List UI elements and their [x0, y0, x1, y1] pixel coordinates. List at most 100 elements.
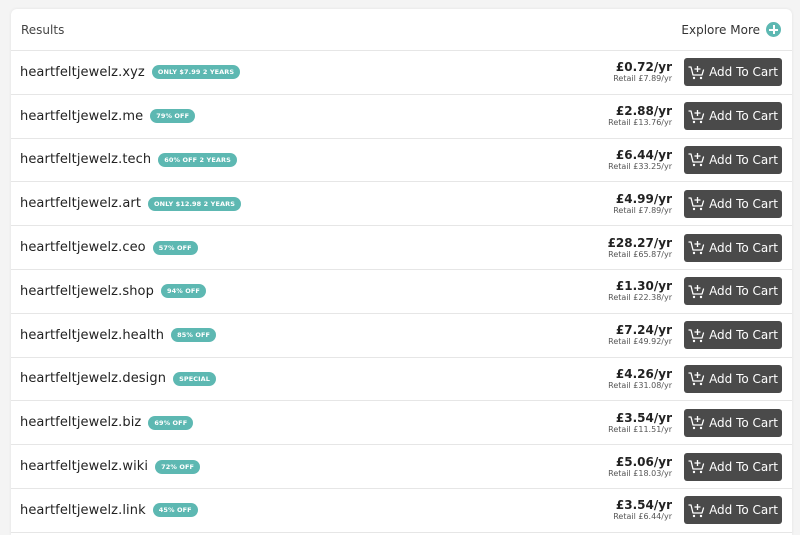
retail-price: Retail £7.89/yr — [613, 205, 672, 215]
add-to-cart-label: Add To Cart — [709, 109, 778, 124]
sale-price: £28.27/yr — [607, 235, 672, 250]
cart-plus-icon — [688, 241, 705, 255]
price-block: £1.30/yr Retail £22.38/yr — [608, 279, 672, 303]
add-to-cart-label: Add To Cart — [709, 284, 778, 299]
domain-name: heartfeltjewelz.art — [20, 196, 142, 212]
domain-name: heartfeltjewelz.tech — [20, 152, 152, 168]
promo-badge: ONLY $12.98 2 YEARS — [148, 196, 242, 211]
add-to-cart-label: Add To Cart — [709, 415, 778, 430]
add-to-cart-label: Add To Cart — [709, 65, 778, 80]
add-to-cart-button[interactable]: Add To Cart — [684, 321, 782, 350]
price-block: £5.06/yr Retail £18.03/yr — [608, 455, 672, 479]
price-block: £6.44/yr Retail £33.25/yr — [608, 148, 672, 172]
cart-plus-icon — [688, 328, 705, 342]
domain-row: heartfeltjewelz.link 45% OFF £3.54/yr Re… — [11, 489, 792, 533]
retail-price: Retail £49.92/yr — [608, 337, 672, 347]
promo-badge: 57% OFF — [152, 240, 198, 255]
retail-price: Retail £65.87/yr — [608, 249, 672, 259]
sale-price: £3.54/yr — [615, 410, 672, 425]
domain-name: heartfeltjewelz.biz — [20, 415, 142, 431]
domain-name: heartfeltjewelz.health — [20, 327, 165, 343]
add-to-cart-label: Add To Cart — [709, 503, 778, 518]
price-block: £28.27/yr Retail £65.87/yr — [608, 236, 672, 260]
cart-plus-icon — [688, 197, 705, 211]
promo-badge: SPECIAL — [173, 371, 217, 386]
cart-plus-icon — [688, 372, 705, 386]
cart-plus-icon — [688, 284, 705, 299]
domain-name: heartfeltjewelz.me — [20, 108, 144, 124]
sale-price: £0.72/yr — [615, 60, 672, 75]
add-to-cart-button[interactable]: Add To Cart — [684, 408, 782, 437]
results-title: Results — [21, 22, 65, 37]
explore-more-button[interactable]: Explore More — [681, 22, 781, 37]
domain-name: heartfeltjewelz.ceo — [20, 240, 146, 256]
price-block: £7.24/yr Retail £49.92/yr — [608, 323, 672, 347]
domain-row: heartfeltjewelz.tech 60% OFF 2 YEARS £6.… — [11, 139, 792, 183]
add-to-cart-label: Add To Cart — [709, 371, 778, 386]
domain-row: heartfeltjewelz.xyz ONLY $7.99 2 YEARS £… — [11, 51, 792, 95]
retail-price: Retail £13.76/yr — [608, 118, 672, 128]
price-block: £3.54/yr Retail £11.51/yr — [608, 411, 672, 435]
results-header: Results Explore More — [11, 9, 792, 51]
sale-price: £7.24/yr — [615, 323, 672, 338]
plus-circle-icon — [766, 22, 781, 37]
cart-plus-icon — [688, 503, 705, 518]
results-list: heartfeltjewelz.xyz ONLY $7.99 2 YEARS £… — [11, 51, 792, 533]
add-to-cart-label: Add To Cart — [709, 240, 778, 255]
price-block: £4.99/yr Retail £7.89/yr — [613, 192, 672, 216]
sale-price: £3.54/yr — [615, 498, 672, 513]
sale-price: £5.06/yr — [615, 454, 672, 469]
domain-name: heartfeltjewelz.shop — [20, 283, 154, 299]
domain-row: heartfeltjewelz.biz 69% OFF £3.54/yr Ret… — [11, 401, 792, 446]
promo-badge: 60% OFF 2 YEARS — [158, 152, 237, 167]
retail-price: Retail £11.51/yr — [608, 424, 672, 434]
sale-price: £1.30/yr — [615, 279, 672, 294]
sale-price: £6.44/yr — [615, 147, 672, 162]
domain-name: heartfeltjewelz.link — [20, 502, 146, 518]
retail-price: Retail £31.08/yr — [608, 380, 672, 390]
add-to-cart-label: Add To Cart — [709, 196, 778, 211]
domain-row: heartfeltjewelz.ceo 57% OFF £28.27/yr Re… — [11, 226, 792, 270]
add-to-cart-button[interactable]: Add To Cart — [684, 145, 782, 174]
promo-badge: 69% OFF — [148, 415, 194, 430]
domain-row: heartfeltjewelz.health 85% OFF £7.24/yr … — [11, 314, 792, 358]
domain-name: heartfeltjewelz.wiki — [20, 459, 149, 475]
domain-name: heartfeltjewelz.design — [20, 371, 167, 387]
retail-price: Retail £7.89/yr — [613, 74, 672, 84]
domain-name: heartfeltjewelz.xyz — [20, 64, 145, 80]
cart-plus-icon — [688, 460, 705, 474]
domain-row: heartfeltjewelz.shop 94% OFF £1.30/yr Re… — [11, 270, 792, 314]
domain-row: heartfeltjewelz.art ONLY $12.98 2 YEARS … — [11, 182, 792, 227]
results-panel: Results Explore More heartfeltjewelz.xyz… — [11, 9, 792, 535]
sale-price: £2.88/yr — [615, 104, 672, 119]
add-to-cart-label: Add To Cart — [709, 152, 778, 167]
promo-badge: 85% OFF — [171, 328, 217, 343]
price-block: £3.54/yr Retail £6.44/yr — [613, 498, 672, 522]
sale-price: £4.99/yr — [615, 191, 672, 206]
add-to-cart-button[interactable]: Add To Cart — [684, 102, 782, 131]
add-to-cart-button[interactable]: Add To Cart — [684, 364, 782, 393]
retail-price: Retail £6.44/yr — [613, 512, 672, 522]
cart-plus-icon — [688, 153, 705, 167]
add-to-cart-button[interactable]: Add To Cart — [684, 233, 782, 262]
retail-price: Retail £18.03/yr — [608, 468, 672, 478]
price-block: £2.88/yr Retail £13.76/yr — [608, 104, 672, 128]
cart-plus-icon — [688, 109, 705, 123]
add-to-cart-button[interactable]: Add To Cart — [684, 277, 782, 306]
add-to-cart-button[interactable]: Add To Cart — [684, 452, 782, 481]
explore-more-label: Explore More — [681, 22, 760, 37]
price-block: £0.72/yr Retail £7.89/yr — [613, 60, 672, 84]
cart-plus-icon — [688, 65, 705, 80]
promo-badge: ONLY $7.99 2 YEARS — [151, 65, 241, 80]
retail-price: Retail £22.38/yr — [608, 293, 672, 303]
add-to-cart-label: Add To Cart — [709, 459, 778, 474]
add-to-cart-button[interactable]: Add To Cart — [684, 496, 782, 525]
add-to-cart-button[interactable]: Add To Cart — [684, 58, 782, 87]
price-block: £4.26/yr Retail £31.08/yr — [608, 367, 672, 391]
add-to-cart-button[interactable]: Add To Cart — [684, 189, 782, 218]
promo-badge: 94% OFF — [160, 284, 206, 299]
promo-badge: 72% OFF — [155, 459, 201, 474]
promo-badge: 45% OFF — [152, 503, 198, 518]
sale-price: £4.26/yr — [615, 366, 672, 381]
promo-badge: 79% OFF — [150, 109, 196, 124]
